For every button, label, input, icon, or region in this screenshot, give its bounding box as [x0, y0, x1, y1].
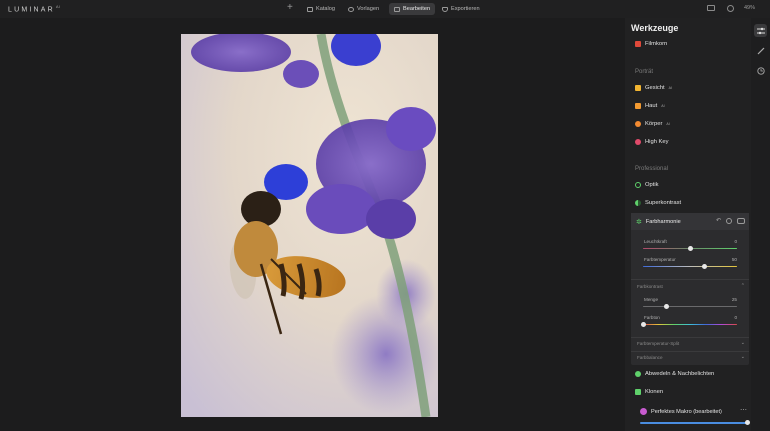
photo-illustration [181, 34, 438, 417]
dodge-burn-icon [635, 371, 641, 377]
section-professional: Professional [635, 166, 669, 172]
zoom-level[interactable]: 49% [744, 5, 755, 11]
optics-icon [635, 182, 641, 188]
top-bar: LUMINARAI + Katalog Vorlagen Bearbeiten … [0, 0, 770, 18]
film-grain-icon [635, 41, 641, 47]
skin-icon [635, 103, 641, 109]
chevron-down-icon[interactable]: ⌄ [741, 340, 745, 346]
tool-klonen[interactable]: Klonen [635, 389, 663, 395]
undo-icon[interactable]: ↶ [716, 218, 721, 224]
tab-vorlagen[interactable]: Vorlagen [343, 3, 384, 15]
tool-koerper[interactable]: Körper AI [635, 121, 670, 127]
tool-optik[interactable]: Optik [635, 182, 659, 188]
tab-katalog[interactable]: Katalog [302, 3, 340, 15]
compare-icon[interactable] [707, 5, 715, 11]
panel-title: Werkzeuge [631, 23, 679, 33]
supercontrast-icon [635, 200, 641, 206]
tool-gesicht[interactable]: Gesicht AI [635, 85, 672, 91]
catalog-icon [307, 6, 313, 12]
tool-filmkorn[interactable]: Filmkorn [635, 41, 667, 47]
chevron-down-icon[interactable]: ⌄ [741, 354, 745, 360]
add-icon[interactable]: + [287, 2, 293, 13]
subsection-farbtemperatur-split[interactable]: Farbtemperatur-Split ⌄ [637, 340, 745, 346]
color-harmony-icon: ✲ [636, 218, 642, 226]
tab-bearbeiten[interactable]: Bearbeiten [389, 3, 436, 15]
farbharmonie-header[interactable]: ✲ Farbharmonie ↶ [631, 213, 749, 230]
edit-icon [394, 6, 400, 12]
history-clock-icon[interactable] [754, 64, 767, 77]
clone-icon [635, 389, 641, 395]
app-logo[interactable]: LUMINARAI [8, 4, 60, 13]
side-toolbar [751, 18, 770, 431]
photo-bee-on-lavender[interactable] [181, 34, 438, 417]
tools-sliders-icon[interactable] [754, 24, 767, 37]
slider-knob[interactable] [701, 263, 707, 269]
high-key-icon [635, 139, 641, 145]
preset-icon [640, 408, 647, 415]
slider-knob[interactable] [664, 303, 669, 309]
tool-haut[interactable]: Haut AI [635, 103, 665, 109]
export-icon [442, 6, 448, 12]
slider-knob[interactable] [640, 321, 646, 327]
tab-exportieren[interactable]: Exportieren [437, 3, 485, 15]
body-icon [635, 121, 641, 127]
toggle-icon[interactable] [737, 218, 745, 224]
tool-abwedeln-nachbelichten[interactable]: Abwedeln & Nachbelichten [635, 371, 714, 377]
section-portrait: Porträt [635, 69, 654, 75]
preset-bar[interactable]: Perfektes Makro (bearbeitet) ⋯ [631, 404, 750, 428]
face-icon [635, 85, 641, 91]
chevron-up-icon[interactable]: ⌃ [741, 283, 745, 289]
more-options-icon[interactable]: ⋯ [740, 406, 747, 414]
templates-icon [348, 6, 354, 12]
subsection-farbbalance[interactable]: Farbbalance ⌄ [637, 354, 745, 360]
preview-eye-icon[interactable] [727, 5, 734, 12]
subsection-farbkontrast[interactable]: Farbkontrast ⌃ [637, 283, 745, 289]
preset-amount-slider[interactable] [640, 422, 748, 424]
visibility-icon[interactable] [726, 218, 732, 224]
slider-knob[interactable] [687, 245, 693, 251]
preset-amount-knob[interactable] [745, 420, 750, 425]
tool-high-key[interactable]: High Key [635, 139, 669, 145]
farbharmonie-panel: ✲ Farbharmonie ↶ Leuchtkraft 0 Farbtempe… [631, 213, 749, 365]
tool-superkontrast[interactable]: Superkontrast [635, 200, 681, 206]
brush-icon[interactable] [754, 44, 767, 57]
app-window: LUMINARAI + Katalog Vorlagen Bearbeiten … [0, 0, 770, 431]
